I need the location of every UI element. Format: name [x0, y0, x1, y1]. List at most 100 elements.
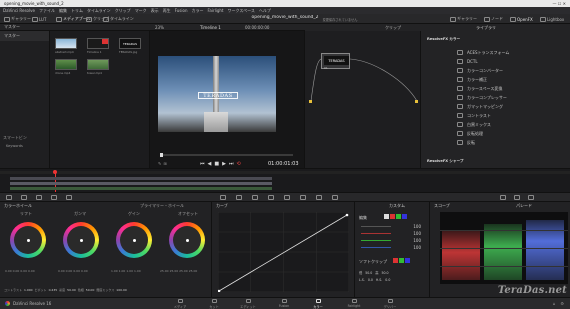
clip-thumbnail[interactable]	[87, 59, 109, 70]
gain-wheel[interactable]	[116, 222, 152, 258]
offset-wheel[interactable]	[169, 222, 205, 258]
key-icon[interactable]	[316, 195, 322, 200]
node-graph[interactable]: TERADAS 01	[305, 31, 420, 181]
clip-thumbnail[interactable]	[55, 59, 77, 70]
gear-icon[interactable]: ⚙	[560, 301, 564, 306]
menu-item-playback[interactable]: 再生	[163, 8, 171, 14]
reverse-icon[interactable]: ◀	[208, 161, 212, 167]
blue-clip-toggle[interactable]	[405, 258, 410, 263]
menu-item-clip[interactable]: クリップ	[115, 8, 131, 14]
tracker-icon[interactable]	[268, 195, 274, 200]
page-tab-deliver[interactable]: デリバー	[378, 299, 402, 309]
openfx-button[interactable]: OpenFX	[510, 16, 533, 22]
scrubber[interactable]	[160, 153, 293, 157]
curve-graph[interactable]	[218, 212, 349, 292]
resolve-logo-icon	[5, 301, 10, 306]
keywords-bin[interactable]: Keywords	[6, 144, 23, 148]
window-controls[interactable]: — ☐ ✕	[553, 1, 566, 6]
node-01[interactable]: TERADAS 01	[321, 53, 350, 70]
menu-item-fairlight[interactable]: Fairlight	[207, 8, 223, 13]
stop-icon[interactable]: ■	[214, 161, 219, 167]
master-bin[interactable]: マスター	[0, 31, 49, 41]
color-match-icon[interactable]	[21, 195, 27, 200]
fx-item[interactable]: カラー補正	[457, 75, 557, 84]
menu-item-help[interactable]: ヘルプ	[259, 8, 271, 14]
lut-button[interactable]: LUT	[32, 16, 46, 22]
menu-item-trim[interactable]: トリム	[71, 8, 83, 14]
home-icon[interactable]: ⌂	[553, 301, 556, 306]
menu-item-workspace[interactable]: ワークスペース	[228, 8, 255, 14]
fx-item[interactable]: カラースペース変換	[457, 84, 557, 93]
fx-item[interactable]: ACESトランスフォーム	[457, 48, 557, 57]
red-clip-toggle[interactable]	[393, 258, 398, 263]
page-tab-color[interactable]: カラー	[306, 299, 330, 309]
gallery-button[interactable]: ギャラリー	[4, 16, 31, 22]
curves-icon[interactable]	[220, 195, 226, 200]
go-first-icon[interactable]: ⏮	[200, 161, 205, 167]
fx-item[interactable]: カラーコンプレッサー	[457, 93, 557, 102]
motion-effects-icon[interactable]	[66, 195, 72, 200]
video-track-v1[interactable]	[10, 182, 272, 185]
mini-timeline[interactable]	[0, 168, 570, 193]
color-wheels-icon[interactable]	[36, 195, 42, 200]
menu-item-file[interactable]: ファイル	[39, 8, 55, 14]
menu-item-timeline[interactable]: タイムライン	[87, 8, 111, 14]
page-tab-fusion[interactable]: Fusion	[272, 299, 296, 309]
green-clip-toggle[interactable]	[399, 258, 404, 263]
menu-item-fusion[interactable]: Fusion	[175, 8, 188, 13]
menu-item-edit[interactable]: 編集	[59, 8, 67, 14]
settings-icon[interactable]	[528, 195, 534, 200]
scopes-icon[interactable]	[514, 195, 520, 200]
info-icon[interactable]	[500, 195, 506, 200]
sizing-icon[interactable]	[332, 195, 338, 200]
fx-item[interactable]: コントラスト	[457, 111, 557, 120]
timeline-selector[interactable]: Timeline 1	[200, 25, 221, 30]
clip-thumbnail[interactable]	[87, 38, 109, 49]
page-tab-edit[interactable]: エディット	[236, 299, 260, 309]
audio-track-a1[interactable]	[10, 187, 272, 190]
menu-item-resolve[interactable]: DaVinci Resolve	[3, 8, 35, 13]
gamma-wheel[interactable]	[63, 222, 99, 258]
lightbox-left-button[interactable]: ギャラリー	[450, 16, 477, 22]
nodes-button[interactable]: ノード	[484, 16, 503, 22]
red-toggle[interactable]	[390, 214, 395, 219]
camera-raw-icon[interactable]	[6, 195, 12, 200]
blur-icon[interactable]	[300, 195, 306, 200]
fx-item[interactable]: ガマットマッピング	[457, 102, 557, 111]
menu-item-view[interactable]: 表示	[151, 8, 159, 14]
scope-mode-selector[interactable]: パレード	[516, 203, 532, 209]
blue-toggle[interactable]	[402, 214, 407, 219]
menu-item-mark[interactable]: マーク	[135, 8, 147, 14]
qualifier-icon[interactable]	[236, 195, 242, 200]
rgb-mixer-icon[interactable]	[51, 195, 57, 200]
fx-item[interactable]: DCTL	[457, 57, 557, 66]
menu-item-color[interactable]: カラー	[191, 8, 203, 14]
luma-toggle[interactable]	[384, 214, 389, 219]
fx-item[interactable]: 白黒ミックス	[457, 120, 557, 129]
pen-icon[interactable]: ✎	[158, 161, 161, 166]
viewer[interactable]: TERADAS ✎ ⊞ ⏮ ◀ ■ ▶ ⏭ ⟲ 01:00:01:03	[150, 31, 305, 181]
page-tab-media[interactable]: メディア	[168, 299, 192, 309]
media-pool-tab[interactable]: マスター	[0, 24, 20, 30]
fx-item[interactable]: カラーコンバーター	[457, 66, 557, 75]
zoom-level[interactable]: 23%	[155, 25, 164, 30]
viewer-frame[interactable]: TERADAS	[158, 56, 276, 132]
window-icon[interactable]	[252, 195, 258, 200]
clip-thumbnail[interactable]	[55, 38, 77, 49]
lightbox-button[interactable]: Lightbox	[540, 16, 564, 22]
page-tab-cut[interactable]: カット	[202, 299, 226, 309]
lift-wheel[interactable]	[10, 222, 46, 258]
play-icon[interactable]: ▶	[222, 161, 226, 167]
loop-icon[interactable]: ⟲	[236, 161, 240, 167]
clip-thumbnail[interactable]: TERADAS	[119, 38, 141, 49]
grid-icon[interactable]: ⊞	[163, 161, 166, 166]
magic-mask-icon[interactable]	[284, 195, 290, 200]
fx-item[interactable]: 反転	[457, 138, 557, 147]
wheels-mode-selector[interactable]: プライマリー・ホイール	[140, 203, 184, 209]
fx-item[interactable]: 反転処理	[457, 129, 557, 138]
go-last-icon[interactable]: ⏭	[229, 161, 234, 167]
green-toggle[interactable]	[396, 214, 401, 219]
page-tab-fairlight[interactable]: Fairlight	[342, 299, 366, 309]
timeline-button[interactable]: タイムライン	[103, 16, 134, 22]
video-track-v2[interactable]	[10, 177, 272, 180]
